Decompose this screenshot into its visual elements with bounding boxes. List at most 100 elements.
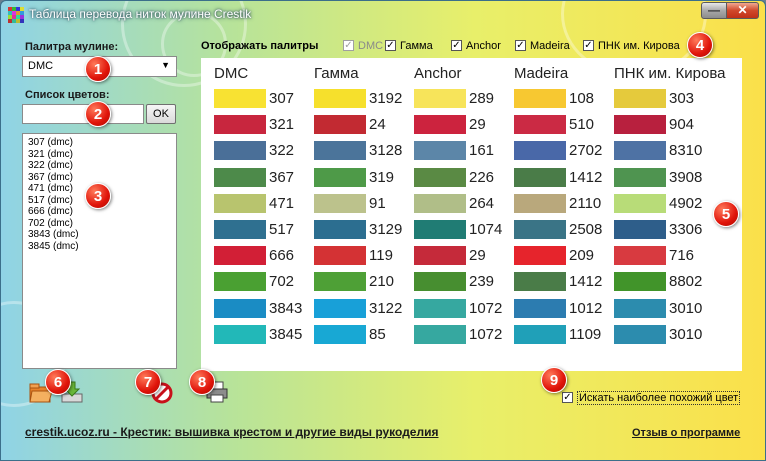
thread-code: 91 (369, 194, 386, 212)
color-swatch[interactable] (514, 89, 566, 108)
color-swatch[interactable] (314, 246, 366, 266)
color-swatch[interactable] (214, 141, 266, 161)
color-swatch[interactable] (214, 272, 266, 292)
thread-code: 666 (269, 247, 295, 265)
color-swatch[interactable] (514, 272, 566, 292)
color-list-item[interactable]: 702 (dmc) (28, 218, 171, 230)
color-swatch[interactable] (314, 298, 366, 318)
minimize-button[interactable]: — (701, 2, 727, 19)
color-swatch[interactable] (514, 298, 566, 318)
checkbox-check-icon: ✓ (515, 40, 526, 51)
color-swatch[interactable] (214, 324, 266, 344)
color-swatch[interactable] (514, 193, 566, 213)
color-swatch[interactable] (514, 220, 566, 239)
color-swatch[interactable] (214, 220, 266, 239)
color-swatch[interactable] (514, 115, 566, 135)
thread-code: 307 (269, 90, 295, 107)
color-swatch[interactable] (514, 167, 566, 187)
color-swatch[interactable] (414, 167, 466, 187)
ok-button[interactable]: OK (146, 104, 176, 124)
color-swatch[interactable] (614, 115, 666, 135)
color-list-item[interactable]: 307 (dmc) (28, 137, 171, 149)
callout-marker: 8 (189, 369, 215, 395)
color-list-label: Список цветов: (25, 89, 110, 101)
color-swatch[interactable] (414, 246, 466, 266)
color-swatch[interactable] (214, 167, 266, 187)
thread-code: 3843 (269, 299, 303, 317)
color-swatch[interactable] (314, 324, 366, 344)
thread-code: 1412 (569, 168, 603, 186)
color-swatch[interactable] (314, 89, 366, 108)
color-swatch[interactable] (614, 272, 666, 292)
thread-code: 264 (469, 194, 495, 212)
color-swatch[interactable] (614, 324, 666, 344)
color-swatch[interactable] (514, 246, 566, 266)
color-swatch[interactable] (214, 89, 266, 108)
color-swatch[interactable] (514, 324, 566, 344)
site-link[interactable]: crestik.ucoz.ru - Крестик: вышивка крест… (25, 425, 438, 439)
color-swatch[interactable] (614, 167, 666, 187)
table-row: 471 91 264 2110 4902 (201, 193, 742, 220)
thread-code: 85 (369, 325, 386, 343)
thread-code: 239 (469, 273, 495, 291)
close-button[interactable]: ✕ (726, 2, 759, 19)
color-search-input[interactable] (22, 104, 144, 124)
column-header: ПНК им. Кирова (614, 65, 726, 82)
color-swatch[interactable] (414, 272, 466, 292)
color-swatch[interactable] (414, 324, 466, 344)
color-swatch[interactable] (414, 89, 466, 108)
palette-checkbox-label: Гамма (400, 40, 433, 52)
color-swatch[interactable] (614, 193, 666, 213)
callout-marker: 9 (541, 367, 567, 393)
color-swatch[interactable] (214, 298, 266, 318)
thread-code: 8310 (669, 142, 703, 160)
color-swatch[interactable] (314, 193, 366, 213)
callout-marker: 3 (85, 183, 111, 209)
color-swatch[interactable] (514, 141, 566, 161)
color-swatch[interactable] (614, 298, 666, 318)
color-swatch[interactable] (214, 193, 266, 213)
color-swatch[interactable] (314, 220, 366, 239)
color-swatch[interactable] (314, 272, 366, 292)
color-list-item[interactable]: 322 (dmc) (28, 160, 171, 172)
thread-code: 3122 (369, 299, 403, 317)
color-swatch[interactable] (214, 246, 266, 266)
checkbox-check-icon: ✓ (583, 40, 594, 51)
color-swatch[interactable] (314, 115, 366, 135)
color-list-item[interactable]: 367 (dmc) (28, 172, 171, 184)
similar-color-label: Искать наиболее похожий цвет (577, 391, 741, 405)
color-swatch[interactable] (414, 141, 466, 161)
table-row: 3845 85 1072 1109 3010 (201, 324, 742, 351)
color-list-item[interactable]: 3845 (dmc) (28, 241, 171, 253)
thread-code: 226 (469, 168, 495, 186)
column-header: Гамма (314, 65, 359, 82)
window-title: Таблица перевода ниток мулине Crestik (29, 7, 252, 21)
callout-marker: 6 (45, 369, 71, 395)
conversion-table: DMC Гамма Anchor Madeira ПНК им. Кирова 307 31… (201, 58, 742, 371)
thread-code: 3908 (669, 168, 703, 186)
about-link[interactable]: Отзыв о программе (632, 427, 740, 439)
color-list[interactable]: 307 (dmc) 321 (dmc) 322 (dmc) 367 (dmc) 471 … (22, 133, 177, 369)
thread-code: 321 (269, 116, 295, 134)
callout-marker: 7 (135, 369, 161, 395)
color-swatch[interactable] (614, 89, 666, 108)
color-list-item[interactable]: 321 (dmc) (28, 149, 171, 161)
color-swatch[interactable] (614, 220, 666, 239)
color-swatch[interactable] (414, 115, 466, 135)
thread-code: 3192 (369, 90, 403, 107)
color-swatch[interactable] (214, 115, 266, 135)
color-swatch[interactable] (414, 298, 466, 318)
color-swatch[interactable] (614, 246, 666, 266)
thread-code: 716 (669, 247, 695, 265)
color-swatch[interactable] (414, 220, 466, 239)
checkbox-check-icon: ✓ (562, 392, 573, 403)
color-swatch[interactable] (414, 193, 466, 213)
thread-code: 322 (269, 142, 295, 160)
thread-code: 3010 (669, 299, 703, 317)
color-swatch[interactable] (614, 141, 666, 161)
color-list-item[interactable]: 3843 (dmc) (28, 229, 171, 241)
color-swatch[interactable] (314, 167, 366, 187)
thread-code: 1072 (469, 299, 503, 317)
thread-code: 4902 (669, 194, 703, 212)
color-swatch[interactable] (314, 141, 366, 161)
